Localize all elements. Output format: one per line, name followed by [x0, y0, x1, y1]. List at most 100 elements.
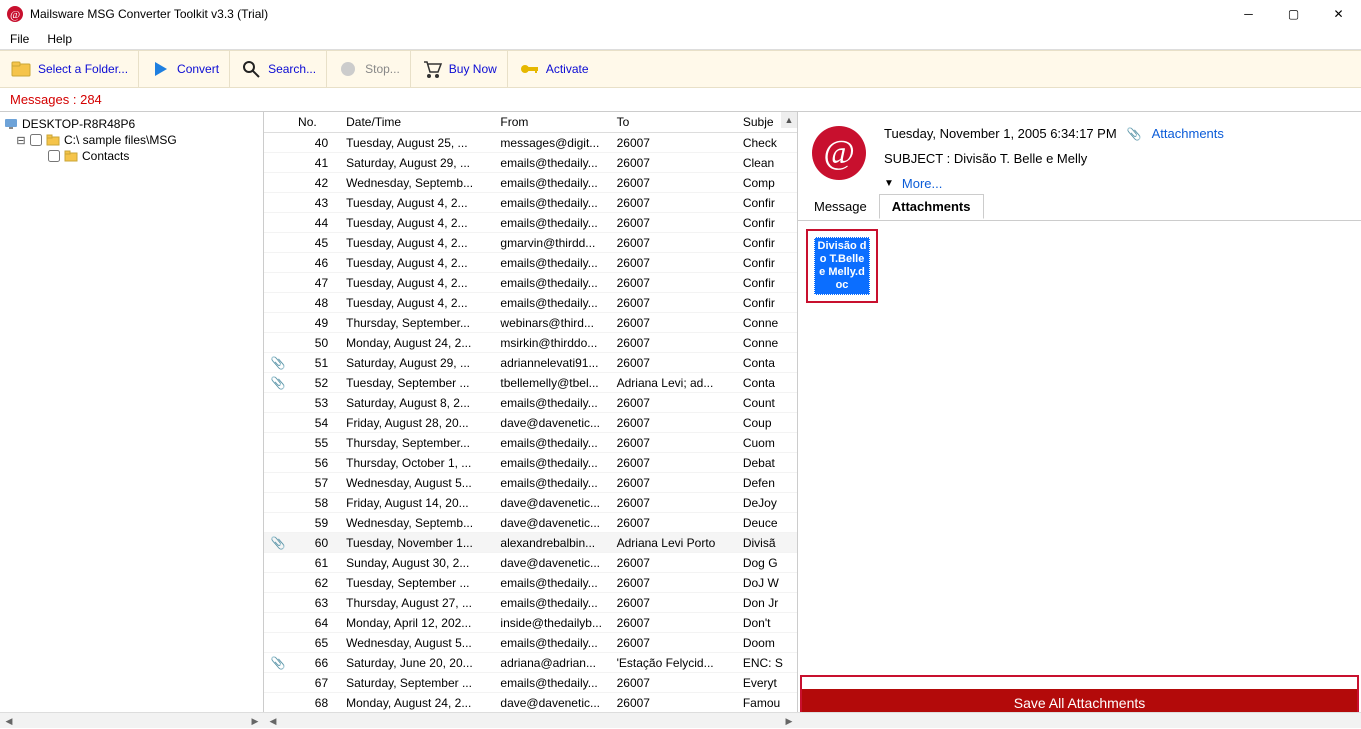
- table-row[interactable]: 44Tuesday, August 4, 2...emails@thedaily…: [264, 213, 797, 233]
- stop-button[interactable]: Stop...: [327, 51, 411, 87]
- maximize-button[interactable]: ▢: [1271, 0, 1316, 28]
- attachment-cell: 📎: [264, 353, 292, 373]
- table-row[interactable]: 46Tuesday, August 4, 2...emails@thedaily…: [264, 253, 797, 273]
- close-button[interactable]: ✕: [1316, 0, 1361, 28]
- table-row[interactable]: 58Friday, August 14, 20...dave@davenetic…: [264, 493, 797, 513]
- to-cell: 26007: [611, 393, 737, 413]
- table-row[interactable]: 56Thursday, October 1, ...emails@thedail…: [264, 453, 797, 473]
- datetime-cell: Thursday, September...: [340, 313, 494, 333]
- tree-root[interactable]: DESKTOP-R8R48P6: [0, 116, 263, 132]
- tree-checkbox[interactable]: [48, 150, 60, 162]
- datetime-cell: Monday, April 12, 202...: [340, 613, 494, 633]
- subject-cell: Confir: [737, 273, 797, 293]
- attachment-cell: [264, 393, 292, 413]
- attachment-cell: [264, 273, 292, 293]
- col-attachment[interactable]: [264, 112, 292, 133]
- scroll-right-button[interactable]: ▶: [780, 713, 798, 729]
- table-row[interactable]: 68Monday, August 24, 2...dave@davenetic.…: [264, 693, 797, 713]
- minimize-button[interactable]: ─: [1226, 0, 1271, 28]
- table-row[interactable]: 67Saturday, September ...emails@thedaily…: [264, 673, 797, 693]
- col-no[interactable]: No.: [292, 112, 340, 133]
- to-cell: 26007: [611, 453, 737, 473]
- convert-button[interactable]: Convert: [139, 51, 230, 87]
- table-row[interactable]: 📎60Tuesday, November 1...alexandrebalbin…: [264, 533, 797, 553]
- from-cell: emails@thedaily...: [494, 273, 610, 293]
- subject-cell: DeJoy: [737, 493, 797, 513]
- table-row[interactable]: 40Tuesday, August 25, ...messages@digit.…: [264, 133, 797, 153]
- to-cell: 26007: [611, 433, 737, 453]
- table-row[interactable]: 41Saturday, August 29, ...emails@thedail…: [264, 153, 797, 173]
- from-cell: emails@thedaily...: [494, 293, 610, 313]
- datetime-cell: Tuesday, August 4, 2...: [340, 273, 494, 293]
- scroll-left-button[interactable]: ◀: [264, 713, 282, 729]
- tree-drive[interactable]: ⊟ C:\ sample files\MSG: [0, 132, 263, 148]
- subject-cell: Conne: [737, 333, 797, 353]
- table-row[interactable]: 📎51Saturday, August 29, ...adriannelevat…: [264, 353, 797, 373]
- col-datetime[interactable]: Date/Time: [340, 112, 494, 133]
- table-row[interactable]: 47Tuesday, August 4, 2...emails@thedaily…: [264, 273, 797, 293]
- attachment-cell: 📎: [264, 653, 292, 673]
- tree-toggle-icon[interactable]: ⊟: [16, 134, 26, 147]
- more-link[interactable]: More...: [902, 176, 942, 191]
- no-cell: 45: [292, 233, 340, 253]
- menu-file[interactable]: File: [10, 32, 29, 46]
- from-cell: emails@thedaily...: [494, 213, 610, 233]
- table-row[interactable]: 62Tuesday, September ...emails@thedaily.…: [264, 573, 797, 593]
- tree-contacts[interactable]: Contacts: [0, 148, 263, 164]
- from-cell: emails@thedaily...: [494, 633, 610, 653]
- attachments-link[interactable]: Attachments: [1152, 126, 1224, 141]
- table-row[interactable]: 64Monday, April 12, 202...inside@thedail…: [264, 613, 797, 633]
- table-row[interactable]: 50Monday, August 24, 2...msirkin@thirddo…: [264, 333, 797, 353]
- to-cell: 26007: [611, 573, 737, 593]
- no-cell: 63: [292, 593, 340, 613]
- attachment-highlight: Divisão do T.Belle e Melly.doc: [806, 229, 878, 303]
- attachment-item[interactable]: Divisão do T.Belle e Melly.doc: [814, 237, 870, 295]
- to-cell: 26007: [611, 273, 737, 293]
- folder-icon: [10, 58, 32, 80]
- to-cell: 26007: [611, 233, 737, 253]
- subject-cell: Count: [737, 393, 797, 413]
- tab-attachments[interactable]: Attachments: [879, 194, 984, 219]
- table-row[interactable]: 54Friday, August 28, 20...dave@davenetic…: [264, 413, 797, 433]
- attachments-body: Divisão do T.Belle e Melly.doc: [798, 221, 1361, 675]
- scroll-left-button[interactable]: ◀: [0, 713, 18, 729]
- subject-cell: Everyt: [737, 673, 797, 693]
- from-cell: alexandrebalbin...: [494, 533, 610, 553]
- menu-help[interactable]: Help: [47, 32, 72, 46]
- tree-checkbox[interactable]: [30, 134, 42, 146]
- table-row[interactable]: 53Saturday, August 8, 2...emails@thedail…: [264, 393, 797, 413]
- datetime-cell: Saturday, June 20, 20...: [340, 653, 494, 673]
- subject-cell: Check: [737, 133, 797, 153]
- col-to[interactable]: To: [611, 112, 737, 133]
- table-row[interactable]: 59Wednesday, Septemb...dave@davenetic...…: [264, 513, 797, 533]
- table-row[interactable]: 63Thursday, August 27, ...emails@thedail…: [264, 593, 797, 613]
- table-row[interactable]: 55Thursday, September...emails@thedaily.…: [264, 433, 797, 453]
- table-row[interactable]: 📎66Saturday, June 20, 20...adriana@adria…: [264, 653, 797, 673]
- activate-button[interactable]: Activate: [508, 51, 599, 87]
- select-folder-button[interactable]: Select a Folder...: [0, 51, 139, 87]
- search-icon: [240, 58, 262, 80]
- scroll-right-button[interactable]: ▶: [246, 713, 264, 729]
- table-row[interactable]: 48Tuesday, August 4, 2...emails@thedaily…: [264, 293, 797, 313]
- tab-message[interactable]: Message: [802, 195, 879, 220]
- search-button[interactable]: Search...: [230, 51, 327, 87]
- buy-now-button[interactable]: Buy Now: [411, 51, 508, 87]
- table-row[interactable]: 📎52Tuesday, September ...tbellemelly@tbe…: [264, 373, 797, 393]
- table-row[interactable]: 43Tuesday, August 4, 2...emails@thedaily…: [264, 193, 797, 213]
- chevron-down-icon[interactable]: ▼: [884, 178, 894, 189]
- paperclip-icon: 📎: [1127, 127, 1142, 141]
- col-from[interactable]: From: [494, 112, 610, 133]
- table-row[interactable]: 42Wednesday, Septemb...emails@thedaily..…: [264, 173, 797, 193]
- datetime-cell: Tuesday, September ...: [340, 373, 494, 393]
- table-row[interactable]: 45Tuesday, August 4, 2...gmarvin@thirdd.…: [264, 233, 797, 253]
- from-cell: dave@davenetic...: [494, 413, 610, 433]
- subject-cell: Debat: [737, 453, 797, 473]
- from-cell: webinars@third...: [494, 313, 610, 333]
- to-cell: 26007: [611, 413, 737, 433]
- table-row[interactable]: 57Wednesday, August 5...emails@thedaily.…: [264, 473, 797, 493]
- table-row[interactable]: 61Sunday, August 30, 2...dave@davenetic.…: [264, 553, 797, 573]
- scroll-up-button[interactable]: ▲: [781, 112, 797, 128]
- table-row[interactable]: 49Thursday, September...webinars@third..…: [264, 313, 797, 333]
- table-row[interactable]: 65Wednesday, August 5...emails@thedaily.…: [264, 633, 797, 653]
- datetime-cell: Thursday, September...: [340, 433, 494, 453]
